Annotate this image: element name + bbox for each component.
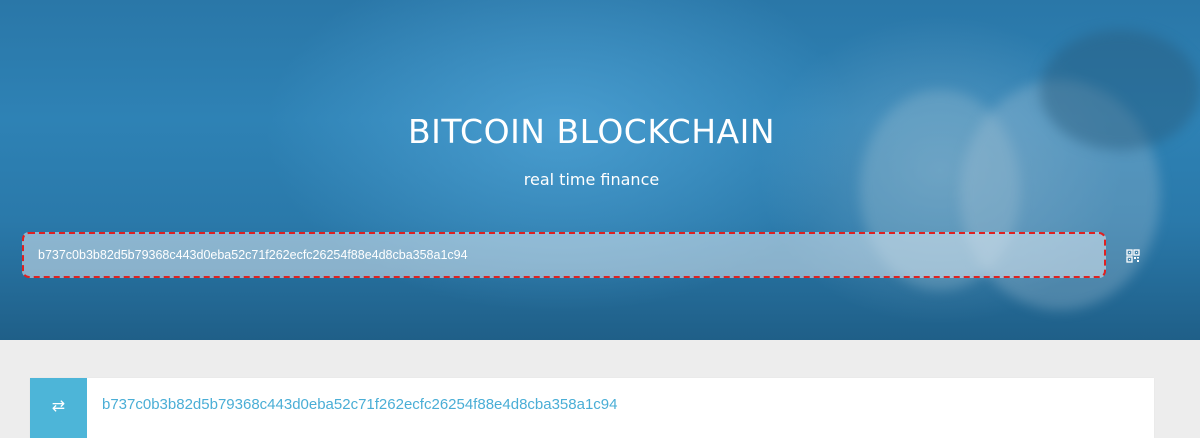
hero-banner: BITCOIN BLOCKCHAIN real time finance — [0, 0, 1200, 340]
page-title: BITCOIN BLOCKCHAIN — [407, 112, 776, 151]
transaction-card: ⇄ b737c0b3b82d5b79368c443d0eba52c71f262e… — [30, 378, 1154, 438]
search-box — [22, 232, 1106, 278]
qr-code-icon[interactable] — [1126, 249, 1140, 263]
search-input[interactable] — [24, 234, 1104, 276]
transaction-hash-link[interactable]: b737c0b3b82d5b79368c443d0eba52c71f262ecf… — [102, 396, 618, 413]
page-subtitle: real time finance — [523, 170, 660, 189]
transaction-arrows-icon: ⇄ — [30, 378, 87, 438]
